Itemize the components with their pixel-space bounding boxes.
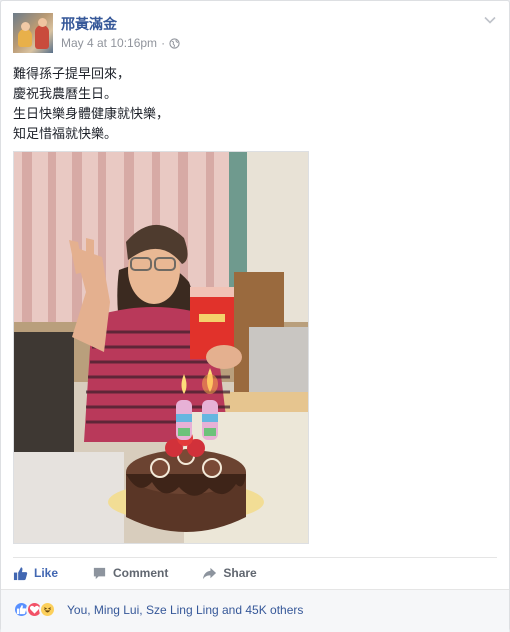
post-text: 難得孫子提早回來， 慶祝我農曆生日。 生日快樂身體健康就快樂， 知足惜福就快樂。 xyxy=(13,65,493,145)
post-card: 邢黃滿金 May 4 at 10:16pm · 難得孫子提早回來， 慶祝我農曆生… xyxy=(0,0,510,632)
chevron-down-icon[interactable] xyxy=(483,13,497,27)
post-header: 邢黃滿金 May 4 at 10:16pm · xyxy=(13,13,497,55)
post-timestamp[interactable]: May 4 at 10:16pm xyxy=(61,36,157,50)
share-button[interactable]: Share xyxy=(202,566,257,581)
post-text-line: 慶祝我農曆生日。 xyxy=(13,87,118,102)
post-text-line: 難得孫子提早回來， xyxy=(13,67,131,82)
comment-icon xyxy=(93,567,106,579)
post-actions: Like Comment Share xyxy=(13,558,497,588)
comment-button[interactable]: Comment xyxy=(92,566,168,581)
reactions-bar: You, Ming Lui, Sze Ling Ling and 45K oth… xyxy=(1,589,509,632)
author-name-link[interactable]: 邢黃滿金 xyxy=(61,14,117,34)
post-text-line: 生日快樂身體健康就快樂， xyxy=(13,107,170,122)
post-meta: May 4 at 10:16pm · xyxy=(61,36,180,50)
share-label: Share xyxy=(223,566,257,580)
reactions-summary-link[interactable]: You, Ming Lui, Sze Ling Ling and 45K oth… xyxy=(67,603,303,617)
like-label: Like xyxy=(34,566,59,580)
birthday-photo-image xyxy=(14,152,308,543)
post-text-line: 知足惜福就快樂。 xyxy=(13,127,118,142)
globe-icon[interactable] xyxy=(169,37,180,49)
post-photo[interactable] xyxy=(13,151,309,544)
thumbs-up-icon xyxy=(13,566,28,580)
haha-reaction-icon xyxy=(39,601,56,618)
reaction-icons[interactable] xyxy=(13,601,56,618)
share-icon xyxy=(203,567,217,579)
meta-separator: · xyxy=(161,36,166,50)
like-button[interactable]: Like xyxy=(13,566,58,581)
avatar[interactable] xyxy=(13,13,53,53)
comment-label: Comment xyxy=(113,566,169,580)
